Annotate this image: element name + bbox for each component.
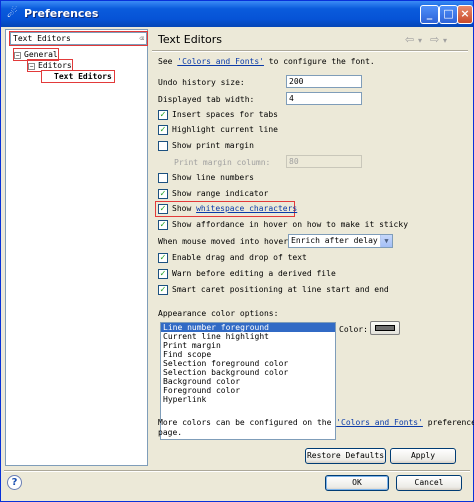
more-colors-text: More colors can be configured on the 'Co… bbox=[158, 417, 474, 428]
list-item[interactable]: Print margin bbox=[161, 341, 335, 350]
close-button[interactable]: × bbox=[457, 5, 473, 24]
tree-item-label: General bbox=[24, 50, 58, 59]
help-icon[interactable]: ? bbox=[7, 475, 22, 490]
warn-derived-checkbox[interactable]: ✓ bbox=[158, 269, 168, 279]
preference-page: Text Editors ⇦ ▾ ⇨ ▾ See 'Colors and Fon… bbox=[152, 29, 474, 466]
forward-icon[interactable]: ⇨ bbox=[430, 33, 439, 46]
hover-mode-value: Enrich after delay bbox=[291, 236, 378, 245]
print-margin-column-input[interactable]: 80 bbox=[286, 155, 362, 168]
list-item[interactable]: Background color bbox=[161, 377, 335, 386]
list-item[interactable]: Foreground color bbox=[161, 386, 335, 395]
smart-caret-label: Smart caret positioning at line start an… bbox=[172, 285, 389, 294]
list-item[interactable]: Line number foreground bbox=[161, 323, 335, 332]
highlight-line-checkbox[interactable]: ✓ bbox=[158, 125, 168, 135]
title-separator bbox=[152, 50, 468, 52]
appearance-label: Appearance color options: bbox=[158, 309, 279, 318]
font-hint-prefix: See bbox=[158, 57, 178, 66]
tree-item-general[interactable]: − General bbox=[13, 48, 59, 61]
hover-affordance-checkbox[interactable]: ✓ bbox=[158, 220, 168, 230]
range-indicator-checkbox[interactable]: ✓ bbox=[158, 189, 168, 199]
forward-menu-icon[interactable]: ▾ bbox=[443, 36, 447, 45]
preferences-window: ☄ Preferences _ □ × Text Editors ⌫ − Gene… bbox=[0, 0, 474, 502]
ok-button[interactable]: OK bbox=[325, 475, 389, 491]
list-item[interactable]: Selection foreground color bbox=[161, 359, 335, 368]
cancel-button[interactable]: Cancel bbox=[396, 475, 462, 491]
hover-mode-label: When mouse moved into hover: bbox=[158, 237, 293, 246]
tree-item-text-editors[interactable]: Text Editors bbox=[41, 70, 115, 83]
preference-tree-panel: Text Editors ⌫ − General − Editors Text Ed… bbox=[5, 29, 148, 466]
back-icon[interactable]: ⇦ bbox=[405, 33, 414, 46]
page-title: Text Editors bbox=[158, 33, 223, 46]
collapse-toggle-icon[interactable]: − bbox=[28, 63, 35, 70]
window-title: Preferences bbox=[24, 7, 99, 20]
clear-filter-icon[interactable]: ⌫ bbox=[139, 33, 144, 44]
tab-width-input[interactable]: 4 bbox=[286, 92, 362, 105]
highlight-line-label: Highlight current line bbox=[172, 125, 278, 134]
insert-spaces-label: Insert spaces for tabs bbox=[172, 110, 278, 119]
list-item[interactable]: Selection background color bbox=[161, 368, 335, 377]
eclipse-icon: ☄ bbox=[7, 6, 18, 20]
more-colors-text-line2: page. bbox=[158, 428, 183, 437]
apply-button[interactable]: Apply bbox=[390, 448, 456, 464]
tree-item-label: Editors bbox=[38, 61, 72, 70]
back-menu-icon[interactable]: ▾ bbox=[418, 36, 422, 45]
font-hint: See 'Colors and Fonts' to configure the … bbox=[158, 56, 375, 67]
hover-mode-select[interactable]: Enrich after delay ▼ bbox=[288, 234, 393, 248]
more-colors-suffix: preference bbox=[422, 418, 474, 427]
range-indicator-label: Show range indicator bbox=[172, 189, 269, 198]
collapse-toggle-icon[interactable]: − bbox=[14, 52, 21, 59]
line-numbers-label: Show line numbers bbox=[172, 173, 254, 182]
print-margin-checkbox[interactable] bbox=[158, 141, 168, 151]
print-margin-column-label: Print margin column: bbox=[174, 158, 271, 167]
color-label: Color: bbox=[339, 325, 368, 334]
smart-caret-checkbox[interactable]: ✓ bbox=[158, 285, 168, 295]
drag-drop-label: Enable drag and drop of text bbox=[172, 253, 307, 262]
minimize-button[interactable]: _ bbox=[420, 5, 439, 24]
list-item[interactable]: Find scope bbox=[161, 350, 335, 359]
more-colors-link[interactable]: 'Colors and Fonts' bbox=[336, 418, 423, 427]
insert-spaces-checkbox[interactable]: ✓ bbox=[158, 110, 168, 120]
undo-history-label: Undo history size: bbox=[158, 78, 245, 87]
dialog-body: Text Editors ⌫ − General − Editors Text Ed… bbox=[4, 27, 474, 499]
list-item[interactable]: Hyperlink bbox=[161, 395, 335, 404]
whitespace-checkbox[interactable]: ✓ bbox=[158, 204, 168, 214]
whitespace-label-prefix: Show bbox=[172, 204, 197, 213]
color-swatch bbox=[375, 325, 395, 331]
footer-separator bbox=[4, 470, 470, 472]
whitespace-label: Show whitespace characters bbox=[172, 203, 297, 214]
more-colors-prefix: More colors can be configured on the bbox=[158, 418, 337, 427]
tree-item-editors[interactable]: − Editors bbox=[27, 59, 73, 72]
line-numbers-checkbox[interactable] bbox=[158, 173, 168, 183]
hover-affordance-label: Show affordance in hover on how to make … bbox=[172, 220, 409, 229]
drag-drop-checkbox[interactable]: ✓ bbox=[158, 253, 168, 263]
color-picker-button[interactable] bbox=[370, 321, 400, 335]
list-item[interactable]: Current line highlight bbox=[161, 332, 335, 341]
undo-history-input[interactable]: 200 bbox=[286, 75, 362, 88]
print-margin-label: Show print margin bbox=[172, 141, 254, 150]
tree-item-label: Text Editors bbox=[54, 72, 112, 81]
filter-value: Text Editors bbox=[13, 34, 71, 43]
maximize-button[interactable]: □ bbox=[439, 5, 458, 24]
whitespace-characters-link[interactable]: whitespace characters bbox=[196, 204, 297, 213]
restore-defaults-button[interactable]: Restore Defaults bbox=[305, 448, 386, 464]
tab-width-label: Displayed tab width: bbox=[158, 95, 255, 104]
filter-input[interactable]: Text Editors ⌫ bbox=[9, 31, 148, 46]
chevron-down-icon[interactable]: ▼ bbox=[380, 235, 392, 247]
title-bar[interactable]: ☄ Preferences _ □ × bbox=[1, 1, 473, 27]
warn-derived-label: Warn before editing a derived file bbox=[172, 269, 336, 278]
colors-and-fonts-link[interactable]: 'Colors and Fonts' bbox=[177, 57, 264, 66]
font-hint-suffix: to configure the font. bbox=[263, 57, 375, 66]
